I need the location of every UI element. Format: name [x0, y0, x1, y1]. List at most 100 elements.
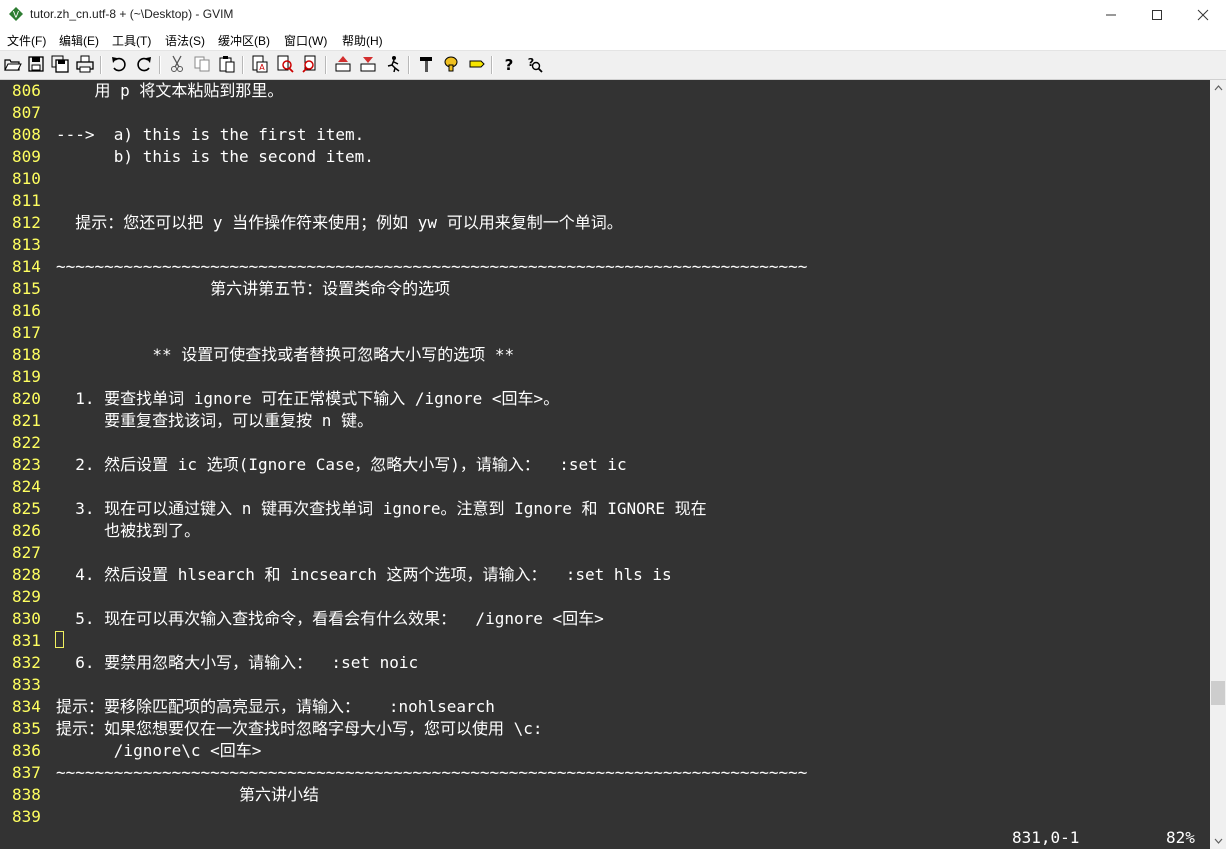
open-icon [4, 59, 22, 71]
status-line: 831,0-1 82% [0, 826, 1210, 849]
save-session-button[interactable] [358, 54, 378, 74]
make-icon [420, 57, 432, 72]
buffer-line: 819 [12, 366, 56, 388]
menu-file[interactable]: 文件(F) [7, 32, 46, 49]
line-number: 812 [12, 213, 41, 232]
redo-button[interactable] [134, 54, 154, 74]
find-prev-button[interactable] [300, 54, 320, 74]
cursor-position: 831,0-1 [1012, 828, 1080, 847]
line-text: 6. 要禁用忽略大小写，请输入： :set noic [56, 653, 419, 672]
print-button[interactable] [75, 54, 95, 74]
line-number: 835 [12, 719, 41, 738]
line-text: b) this is the second item. [56, 147, 374, 166]
ctags-button[interactable] [466, 54, 486, 74]
buffer-line: 839 [12, 806, 56, 826]
menu-help[interactable]: 帮助(H) [342, 32, 383, 49]
find-next-button[interactable] [275, 54, 295, 74]
save-button[interactable] [26, 54, 46, 74]
line-number: 810 [12, 169, 41, 188]
undo-icon [112, 57, 126, 72]
menu-syntax[interactable]: 语法(S) [165, 32, 205, 49]
buffer-line: 813 [12, 234, 56, 256]
line-number: 815 [12, 279, 41, 298]
buffer-line: 830 5. 现在可以再次输入查找命令，看看会有什么效果： /ignore <回… [12, 608, 604, 630]
toolbar: A ? ? [0, 51, 1226, 80]
chevron-down-icon [1214, 838, 1222, 844]
paste-button[interactable] [217, 54, 237, 74]
shell-icon [444, 56, 458, 72]
buffer-line: 811 [12, 190, 56, 212]
scroll-up-button[interactable] [1210, 80, 1226, 96]
minimize-button[interactable] [1088, 0, 1134, 30]
toolbar-separator [100, 56, 102, 74]
replace-icon: A [252, 55, 268, 73]
line-number: 813 [12, 235, 41, 254]
replace-button[interactable]: A [250, 54, 270, 74]
find-next-icon [277, 55, 294, 73]
line-text: 用 p 将文本粘贴到那里。 [56, 81, 284, 100]
maximize-button[interactable] [1134, 0, 1180, 30]
vertical-scrollbar[interactable] [1210, 80, 1226, 849]
line-text: /ignore\c <回车> [56, 741, 262, 760]
line-number: 822 [12, 433, 41, 452]
line-number: 806 [12, 81, 41, 100]
buffer-line: 835 提示：如果您想要仅在一次查找时忽略字母大小写，您可以使用 \c: [12, 718, 543, 740]
line-text: 提示：如果您想要仅在一次查找时忽略字母大小写，您可以使用 \c: [56, 719, 543, 738]
buffer-line: 832 6. 要禁用忽略大小写，请输入： :set noic [12, 652, 418, 674]
scrollbar-thumb[interactable] [1211, 681, 1225, 705]
menu-tools[interactable]: 工具(T) [112, 32, 151, 49]
line-number: 809 [12, 147, 41, 166]
line-number: 829 [12, 587, 41, 606]
line-text: 也被找到了。 [56, 521, 201, 540]
open-button[interactable] [2, 54, 22, 74]
toolbar-separator [325, 56, 327, 74]
make-button[interactable] [416, 54, 436, 74]
line-number: 828 [12, 565, 41, 584]
buffer-line: 812 提示：您还可以把 y 当作操作符来使用；例如 yw 可以用来复制一个单词… [12, 212, 623, 234]
svg-text:A: A [259, 63, 265, 72]
buffer-line: 808 ---> a) this is the first item. [12, 124, 364, 146]
save-all-button[interactable] [50, 54, 70, 74]
svg-text:V: V [13, 11, 20, 21]
buffer-line: 824 [12, 476, 56, 498]
line-number: 808 [12, 125, 41, 144]
copy-button[interactable] [192, 54, 212, 74]
toolbar-separator [159, 56, 161, 74]
cut-button[interactable] [167, 54, 187, 74]
redo-icon [137, 57, 151, 72]
save-session-icon [360, 57, 376, 72]
menu-bar: 文件(F) 编辑(E) 工具(T) 语法(S) 缓冲区(B) 窗口(W) 帮助(… [0, 30, 1226, 51]
line-text: 第六讲第五节：设置类命令的选项 [56, 279, 451, 298]
help-button[interactable]: ? [499, 54, 519, 74]
load-session-icon [335, 56, 351, 72]
line-text: 4. 然后设置 hlsearch 和 incsearch 这两个选项，请输入： … [56, 565, 672, 584]
run-script-button[interactable] [383, 54, 403, 74]
svg-text:?: ? [505, 56, 514, 74]
menu-edit[interactable]: 编辑(E) [59, 32, 99, 49]
cut-icon [171, 55, 183, 72]
line-number: 832 [12, 653, 41, 672]
menu-buffers[interactable]: 缓冲区(B) [218, 32, 270, 49]
buffer-line: 807 [12, 102, 56, 124]
line-number: 823 [12, 455, 41, 474]
menu-window[interactable]: 窗口(W) [284, 32, 327, 49]
shell-button[interactable] [441, 54, 461, 74]
find-help-button[interactable]: ? [524, 54, 544, 74]
line-number: 816 [12, 301, 41, 320]
line-number: 827 [12, 543, 41, 562]
undo-button[interactable] [109, 54, 129, 74]
editor-buffer[interactable]: 806 用 p 将文本粘贴到那里。 807 808 ---> a) this is t… [0, 80, 1210, 826]
help-icon: ? [505, 56, 514, 74]
load-session-button[interactable] [333, 54, 353, 74]
scroll-down-button[interactable] [1210, 833, 1226, 849]
line-text: 5. 现在可以再次输入查找命令，看看会有什么效果： /ignore <回车> [56, 609, 604, 628]
buffer-line: 838 第六讲小结 [12, 784, 319, 806]
copy-icon [194, 56, 210, 72]
close-button[interactable] [1180, 0, 1226, 30]
run-script-icon [387, 56, 400, 73]
find-help-icon: ? [528, 56, 543, 73]
line-number: 837 [12, 763, 41, 782]
line-text: ---> a) this is the first item. [56, 125, 365, 144]
save-icon [28, 56, 44, 72]
gvim-icon: V [9, 7, 23, 21]
